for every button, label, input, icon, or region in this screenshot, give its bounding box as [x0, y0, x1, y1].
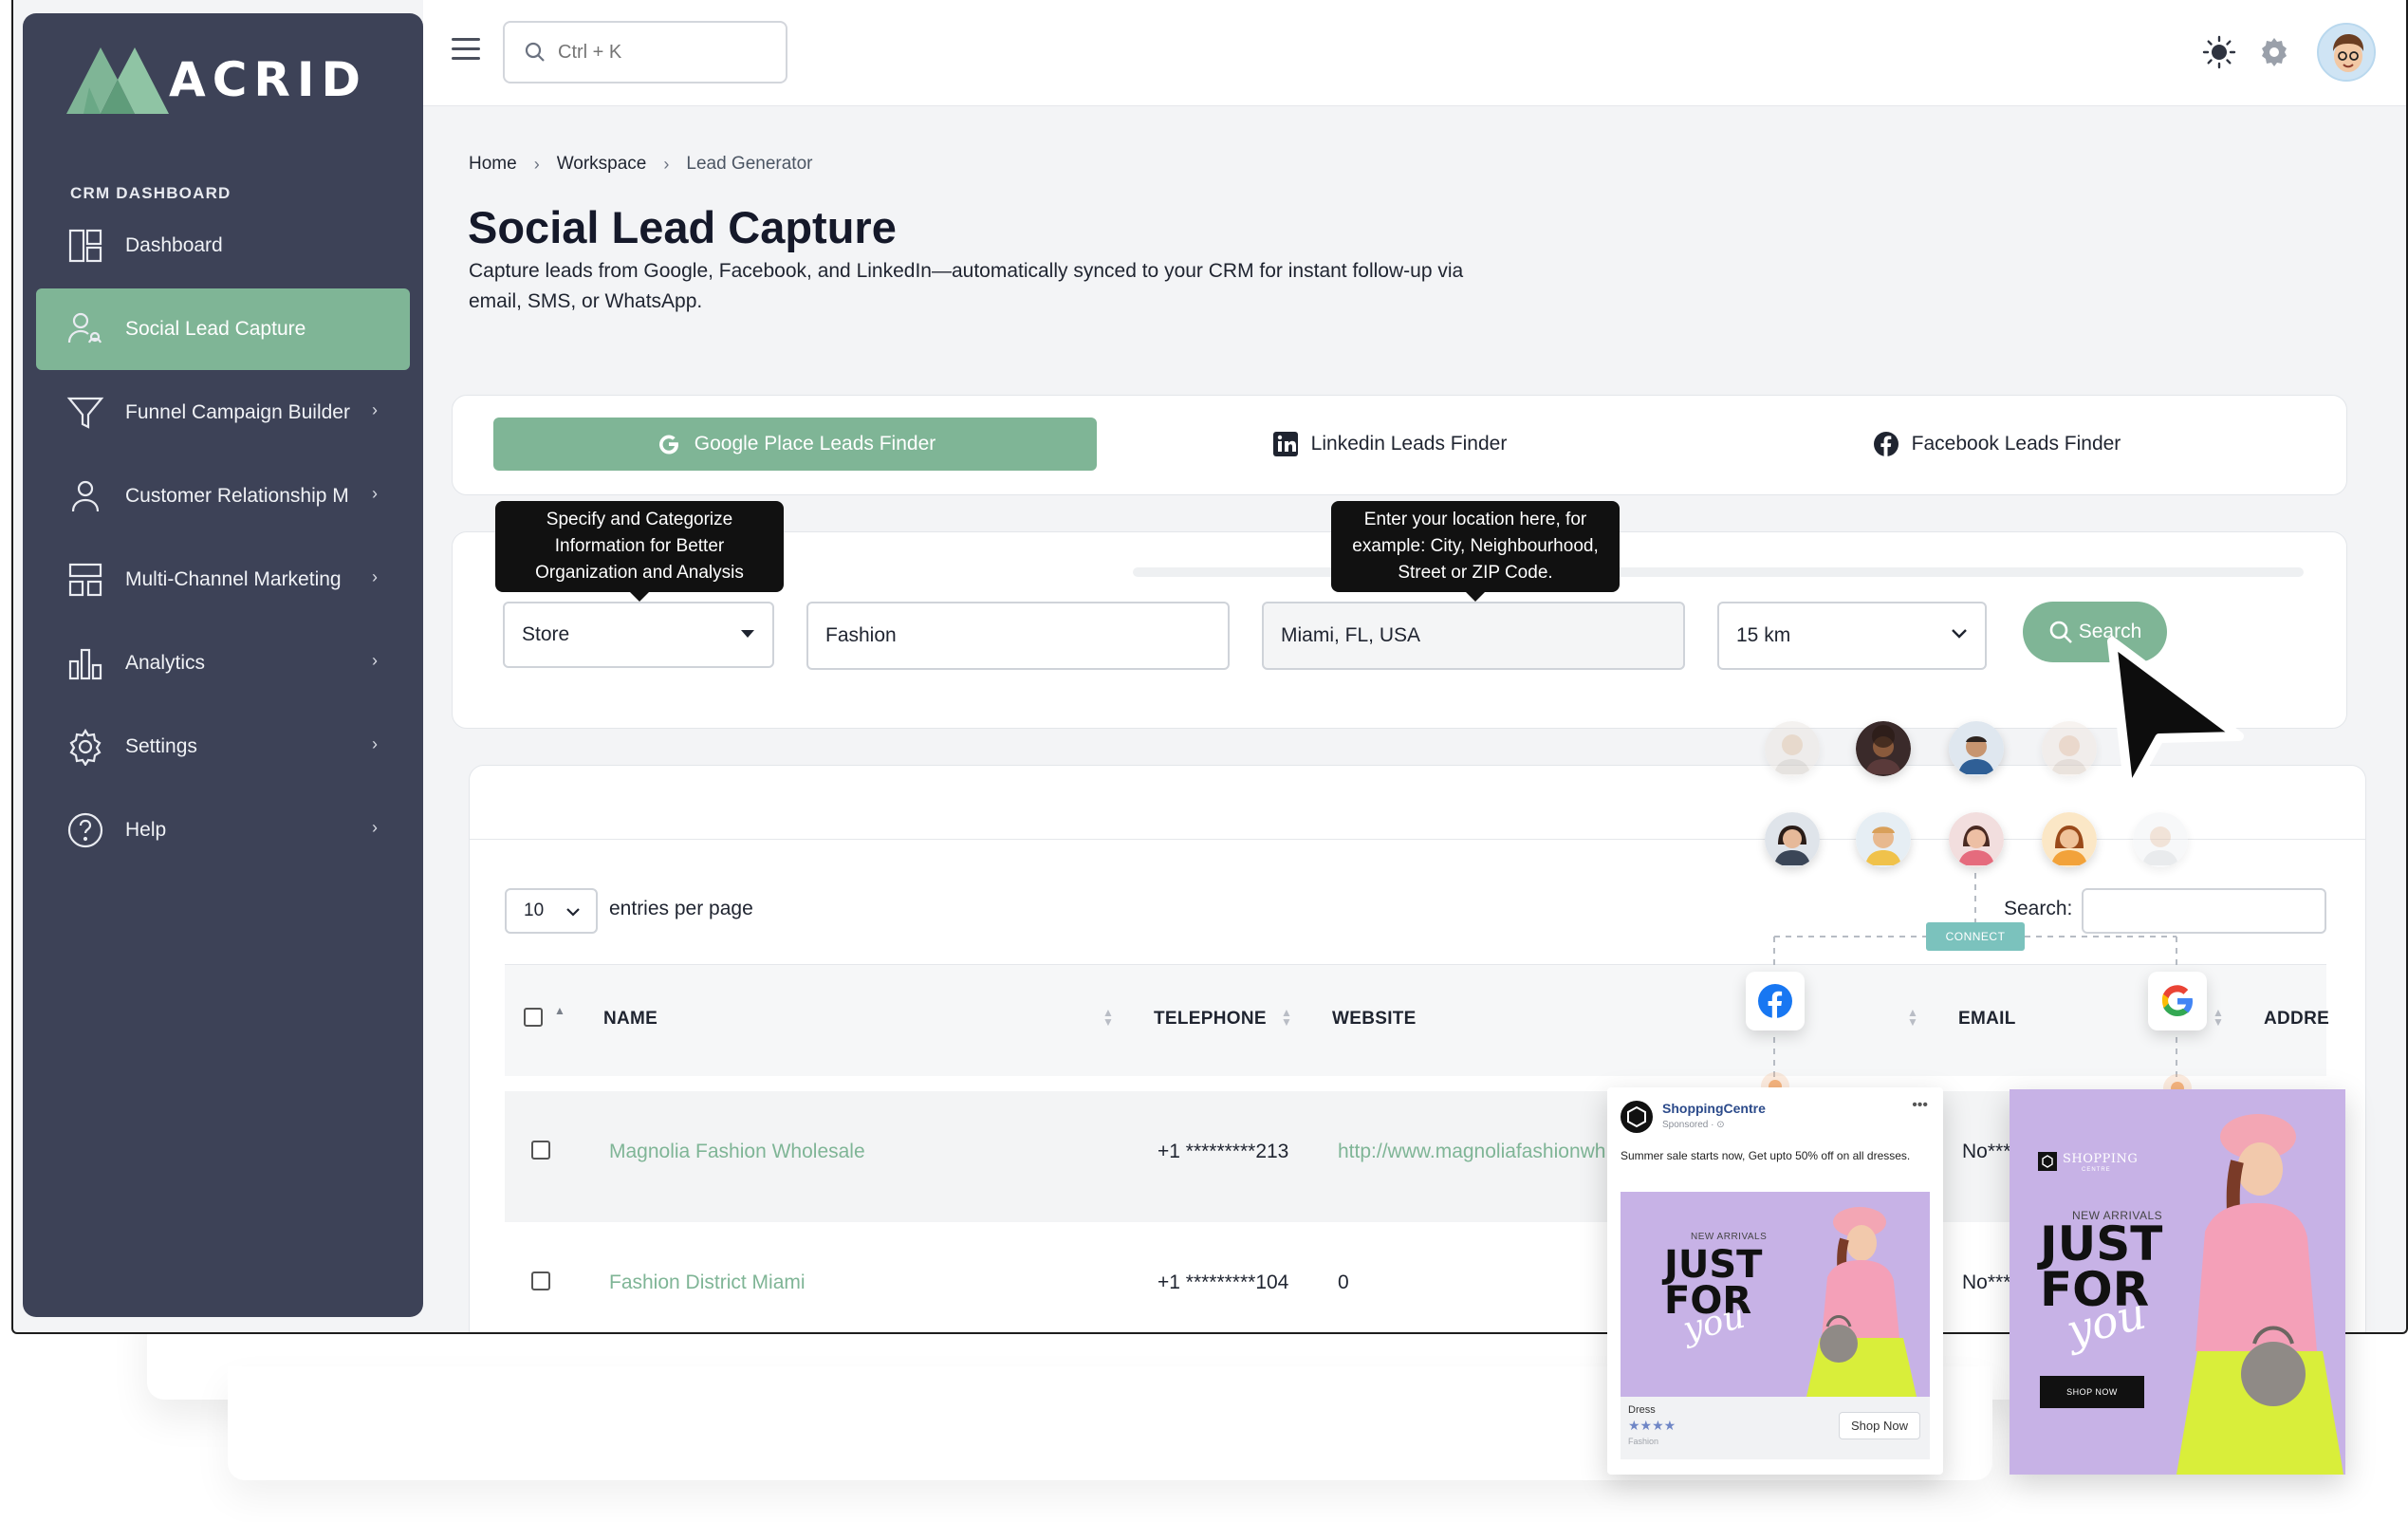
shop-logo-icon	[1621, 1101, 1653, 1133]
story-ad-preview: SHOPPING CENTRE NEW ARRIVALS JUST FOR yo…	[2010, 1089, 2345, 1475]
lead-avatar	[2042, 721, 2097, 776]
connect-badge: CONNECT	[1926, 922, 2025, 951]
story-headline-1: JUST	[2040, 1216, 2163, 1271]
more-icon: •••	[1912, 1097, 1928, 1113]
ad-footer: Dress ★★★★ Fashion Shop Now	[1621, 1397, 1930, 1459]
story-brand: SHOPPING	[2063, 1152, 2139, 1166]
ad-headline-1: JUST	[1664, 1243, 1763, 1287]
ad-new-arrivals: NEW ARRIVALS	[1691, 1232, 1768, 1242]
lead-avatar	[1856, 812, 1911, 867]
ad-product: Dress	[1628, 1404, 1656, 1416]
model-illustration	[2176, 1114, 2343, 1475]
story-shop-now-button[interactable]: SHOP NOW	[2040, 1376, 2144, 1408]
ad-image: NEW ARRIVALS JUST FOR you	[1621, 1192, 1930, 1397]
google-tile	[2148, 972, 2207, 1030]
ad-sponsored: Sponsored · ⊙	[1662, 1120, 1725, 1130]
stage: ACRID CRM DASHBOARD Dashboard Social Lea…	[0, 0, 2408, 1522]
lead-avatar	[1949, 812, 2004, 867]
ad-category: Fashion	[1628, 1437, 1659, 1446]
google-g-icon	[2161, 985, 2193, 1016]
lead-avatar	[1949, 721, 2004, 776]
cursor-pointer-icon	[2107, 637, 2244, 798]
lead-avatar	[1856, 721, 1911, 776]
shop-logo-icon	[2038, 1152, 2057, 1171]
facebook-tile	[1746, 972, 1805, 1030]
facebook-ad-preview: ShoppingCentre Sponsored · ⊙ ••• Summer …	[1607, 1087, 1943, 1475]
story-brand-sub: CENTRE	[2082, 1167, 2111, 1173]
lead-avatar	[1765, 721, 1820, 776]
lead-avatar	[1765, 812, 1820, 867]
ad-page-name: ShoppingCentre	[1662, 1101, 1766, 1116]
facebook-icon	[1758, 984, 1792, 1018]
model-illustration	[1806, 1207, 1917, 1397]
lead-avatar	[2133, 812, 2188, 867]
ad-rating: ★★★★	[1628, 1418, 1676, 1433]
ad-text: Summer sale starts now, Get upto 50% off…	[1621, 1149, 1911, 1162]
shop-now-button[interactable]: Shop Now	[1839, 1412, 1920, 1439]
lead-avatar	[2042, 812, 2097, 867]
